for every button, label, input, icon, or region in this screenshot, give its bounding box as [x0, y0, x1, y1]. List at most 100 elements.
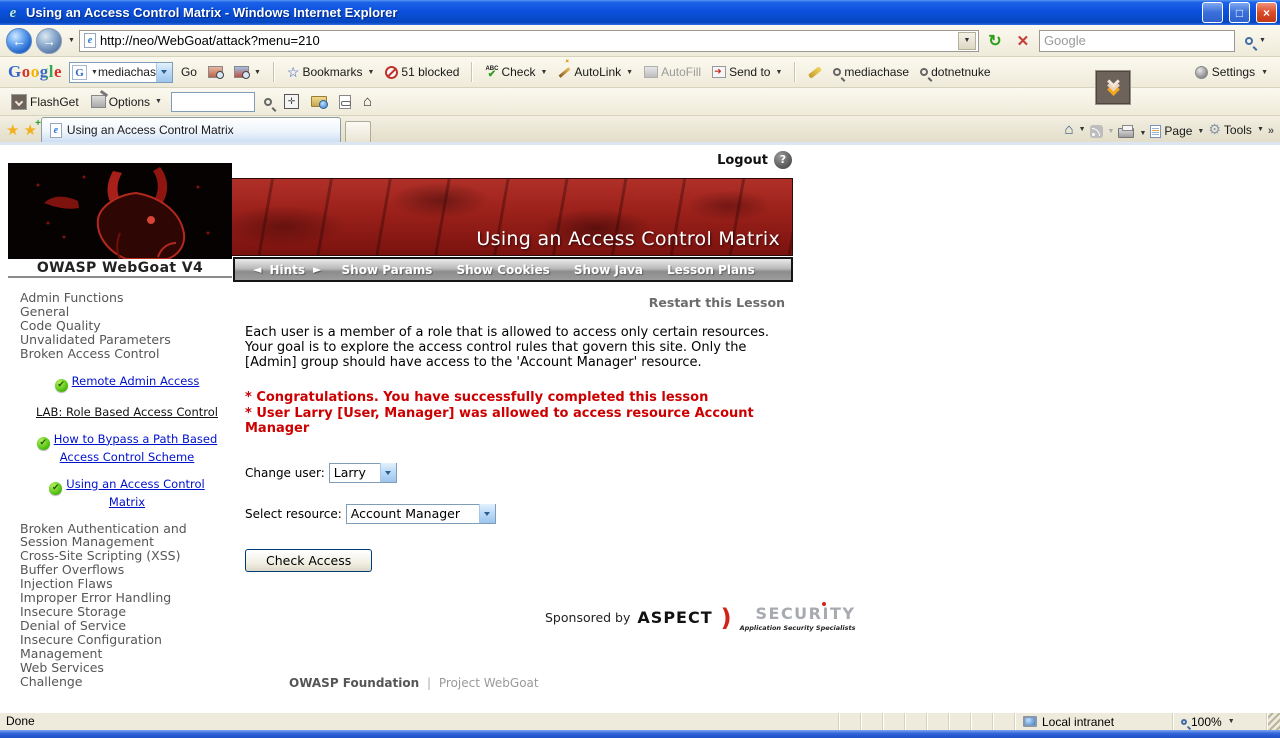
address-dropdown-button[interactable]: ▼ — [957, 31, 976, 50]
forward-button[interactable]: → — [36, 27, 62, 54]
bookmarks-dropdown-icon[interactable]: ▼ — [367, 69, 374, 76]
menu-lesson-plans[interactable]: Lesson Plans — [655, 263, 767, 277]
flashget-button[interactable]: FlashGet — [8, 92, 82, 112]
sidebar-item-injection-flaws[interactable]: Injection Flaws — [20, 577, 232, 591]
print-dropdown-icon[interactable]: ▼ — [1139, 130, 1146, 137]
sidebar-item-insecure-configuration[interactable]: Insecure Configuration Management — [20, 633, 232, 660]
restore-button[interactable]: □ — [1229, 2, 1250, 23]
aspect-security-block[interactable]: SECURITY Application Security Specialist… — [740, 601, 855, 632]
restart-lesson-link[interactable]: Restart this Lesson — [245, 295, 785, 310]
lesson-bypass-path-based-access-control[interactable]: ✔ How to Bypass a Path Based Access Contr… — [32, 432, 222, 464]
send-to-dropdown-icon[interactable]: ▼ — [775, 69, 782, 76]
options-dropdown-icon[interactable]: ▼ — [155, 98, 162, 105]
lesson-using-access-control-matrix[interactable]: ✔ Using an Access Control Matrix — [32, 477, 222, 509]
resize-grip[interactable] — [1266, 713, 1280, 730]
lesson-link-label[interactable]: How to Bypass a Path Based Access Contro… — [54, 432, 218, 464]
search-go-button[interactable]: ▼ — [1239, 29, 1272, 53]
sidebar-item-xss[interactable]: Cross-Site Scripting (XSS) — [20, 549, 232, 563]
search-site-button[interactable] — [205, 64, 226, 80]
change-user-dropdown-button[interactable] — [379, 463, 396, 482]
lesson-lab-role-based-access-control[interactable]: LAB: Role Based Access Control — [32, 405, 222, 419]
flashget-launcher-button[interactable] — [1095, 70, 1131, 105]
lesson-lab-label[interactable]: LAB: Role Based Access Control — [36, 405, 218, 419]
page-menu-button[interactable]: Page ▼ — [1150, 124, 1204, 138]
sidebar-item-denial-of-service[interactable]: Denial of Service — [20, 619, 232, 633]
flashget-home-button[interactable]: ⌂ — [360, 91, 375, 112]
hints-next-icon[interactable]: ► — [313, 263, 321, 276]
lesson-remote-admin-access[interactable]: ✔ Remote Admin Access — [32, 374, 222, 392]
dotnetnuke-search-button[interactable]: dotnetnuke — [917, 63, 993, 81]
menu-hints[interactable]: Hints — [267, 263, 307, 277]
sidebar-item-challenge[interactable]: Challenge — [20, 674, 232, 689]
lesson-link-label[interactable]: Remote Admin Access — [72, 374, 200, 388]
lesson-link-label[interactable]: Using an Access Control Matrix — [66, 477, 204, 509]
bookmarks-button[interactable]: ☆ Bookmarks ▼ — [284, 62, 378, 83]
flashget-download-page-button[interactable] — [336, 93, 354, 111]
flashget-site-explorer-button[interactable] — [308, 94, 330, 109]
google-go-button[interactable]: Go — [178, 63, 200, 81]
sidebar-item-insecure-storage[interactable]: Insecure Storage — [20, 605, 232, 619]
refresh-button[interactable]: ↻ — [983, 29, 1007, 53]
back-button[interactable]: ← — [6, 27, 32, 54]
feeds-button[interactable]: ▼ — [1089, 125, 1114, 138]
google-search-value[interactable]: mediachase — [98, 65, 156, 79]
minimize-button[interactable]: _ — [1202, 2, 1223, 24]
check-dropdown-icon[interactable]: ▼ — [540, 69, 547, 76]
toolbar-overflow-icon[interactable]: » — [1268, 125, 1274, 137]
hints-prev-icon[interactable]: ◄ — [253, 263, 261, 276]
aspect-logo-text[interactable]: ASPECT — [637, 608, 712, 627]
url-input[interactable] — [99, 33, 954, 48]
stop-button[interactable]: ✕ — [1011, 29, 1035, 53]
home-button[interactable]: ⌂ ▼ — [1065, 121, 1086, 138]
google-search-type-dropdown-icon[interactable]: ▼ — [91, 69, 98, 76]
send-to-button[interactable]: Send to ▼ — [709, 63, 785, 81]
new-tab-button[interactable] — [344, 121, 371, 142]
menu-show-params[interactable]: Show Params — [330, 263, 445, 277]
search-options-dropdown-icon[interactable]: ▼ — [1259, 37, 1266, 44]
check-access-button[interactable]: Check Access — [245, 548, 373, 572]
google-search-combo[interactable]: G ▼ mediachase — [69, 61, 173, 83]
tools-menu-button[interactable]: ⚙ Tools ▼ — [1208, 121, 1264, 138]
popup-blocked-button[interactable]: 51 blocked — [382, 63, 462, 81]
search-more-dropdown-icon[interactable]: ▼ — [254, 69, 261, 76]
title-bar[interactable]: e Using an Access Control Matrix - Windo… — [0, 0, 1280, 25]
flashget-capture-button[interactable] — [281, 92, 302, 111]
add-favorite-button[interactable]: ★ — [23, 118, 41, 139]
search-more-button[interactable]: ▼ — [231, 64, 264, 80]
project-webgoat-link[interactable]: Project WebGoat — [439, 676, 539, 690]
flashget-search-input[interactable] — [170, 91, 255, 112]
sidebar-item-admin-functions[interactable]: Admin Functions — [20, 291, 232, 305]
menu-show-cookies[interactable]: Show Cookies — [444, 263, 561, 277]
tab-active[interactable]: e Using an Access Control Matrix — [40, 117, 341, 142]
sidebar-item-improper-error-handling[interactable]: Improper Error Handling — [20, 591, 232, 605]
menu-show-java[interactable]: Show Java — [562, 263, 655, 277]
logout-link[interactable]: Logout — [717, 153, 768, 168]
sidebar-item-code-quality[interactable]: Code Quality — [20, 319, 232, 333]
help-button[interactable]: ? — [774, 151, 792, 169]
flashget-search-button[interactable] — [261, 96, 275, 108]
sidebar-item-broken-access-control[interactable]: Broken Access Control — [20, 347, 232, 361]
spellcheck-button[interactable]: ABC ✔ Check ▼ — [482, 63, 550, 81]
search-input[interactable] — [1043, 33, 1230, 48]
zoom-dropdown-icon[interactable]: ▼ — [1228, 718, 1235, 725]
page-dropdown-icon[interactable]: ▼ — [1197, 128, 1204, 135]
sidebar-item-general[interactable]: General — [20, 305, 232, 319]
sidebar-item-buffer-overflows[interactable]: Buffer Overflows — [20, 563, 232, 577]
sidebar-item-unvalidated-parameters[interactable]: Unvalidated Parameters — [20, 333, 232, 347]
owasp-foundation-link[interactable]: OWASP Foundation — [289, 676, 419, 690]
zoom-control[interactable]: 100% ▼ — [1172, 713, 1266, 730]
tools-dropdown-icon[interactable]: ▼ — [1257, 126, 1264, 133]
history-dropdown-icon[interactable]: ▼ — [68, 37, 75, 44]
highlighter-button[interactable] — [805, 65, 825, 79]
settings-dropdown-icon[interactable]: ▼ — [1261, 69, 1268, 76]
mediachase-search-button[interactable]: mediachase — [830, 63, 912, 81]
sidebar-item-broken-authentication[interactable]: Broken Authentication and Session Manage… — [20, 521, 232, 549]
change-user-select[interactable]: Larry — [328, 462, 397, 483]
settings-button[interactable]: Settings ▼ — [1194, 65, 1272, 79]
autofill-button[interactable]: AutoFill — [641, 63, 704, 81]
flashget-options-button[interactable]: Options ▼ — [88, 93, 165, 111]
favorites-center-button[interactable]: ★ — [6, 121, 19, 139]
autolink-button[interactable]: AutoLink ▼ — [555, 63, 636, 81]
autolink-dropdown-icon[interactable]: ▼ — [626, 69, 633, 76]
address-field[interactable]: e ▼ — [78, 29, 979, 52]
